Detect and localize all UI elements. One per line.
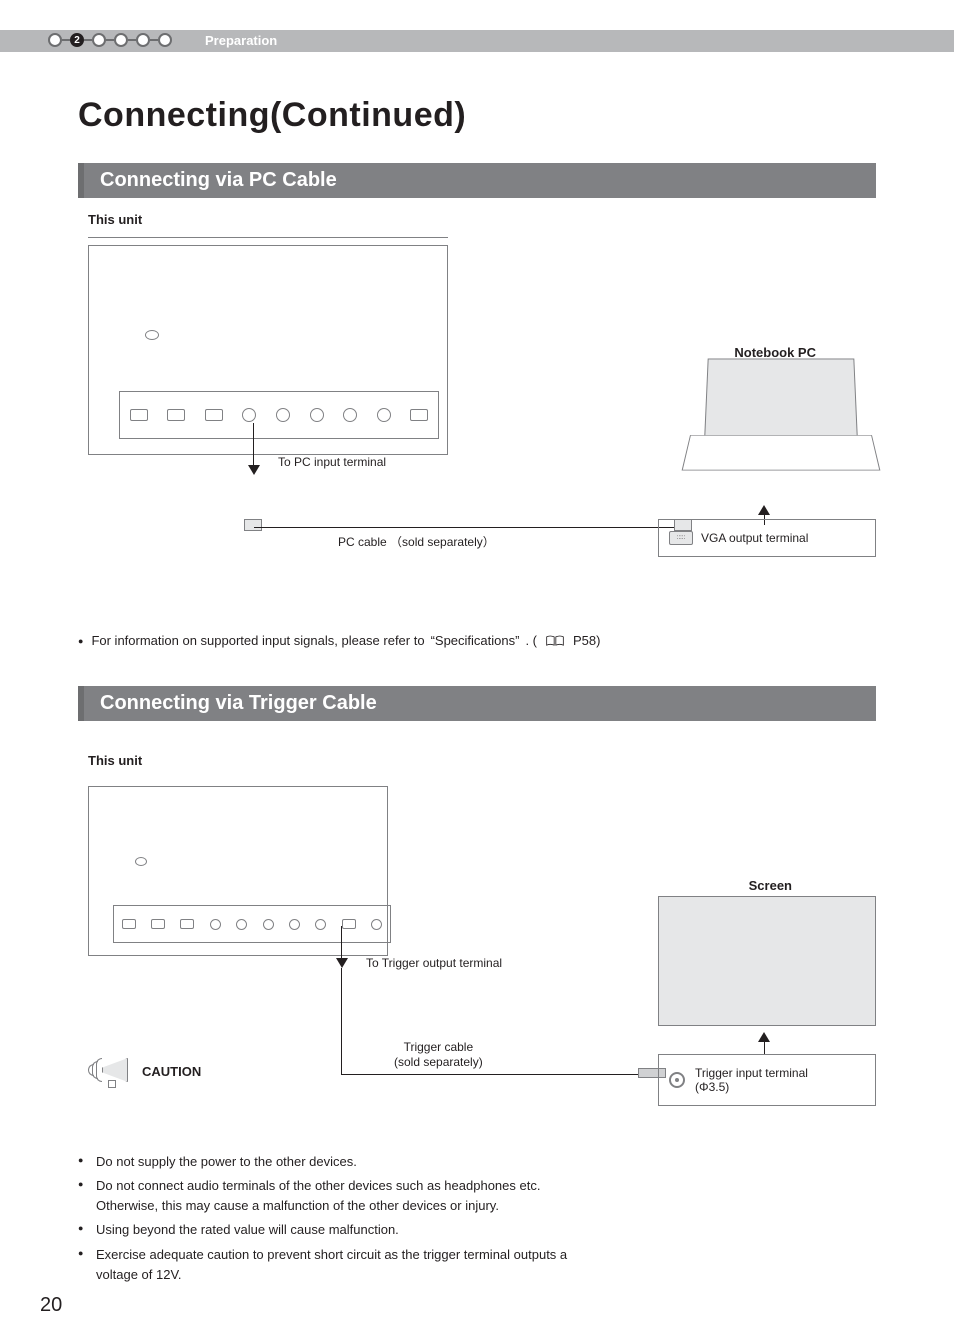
arrow-up-icon xyxy=(758,1032,770,1042)
content-area: Connecting(Continued) Connecting via PC … xyxy=(0,96,954,1285)
callout-line xyxy=(764,1042,765,1054)
sound-waves-icon xyxy=(88,1058,102,1082)
component-cb-port-icon xyxy=(276,408,290,422)
section1-diagram: To PC input terminal PC cable （sold sepa… xyxy=(78,227,876,627)
caution-label: CAUTION xyxy=(142,1064,201,1079)
section1-heading: Connecting via PC Cable xyxy=(78,163,876,198)
rear-panel-ports xyxy=(119,391,439,439)
page: 2 Preparation Connecting(Continued) Conn… xyxy=(0,0,954,1339)
trigger-input-label: Trigger input terminal xyxy=(695,1066,808,1080)
caution-bullet-list: Do not supply the power to the other dev… xyxy=(78,1152,876,1285)
to-pc-input-label: To PC input terminal xyxy=(278,455,386,469)
video-port-icon xyxy=(343,408,357,422)
caution-callout: CAUTION xyxy=(88,1052,201,1090)
component-y-port-icon xyxy=(242,408,256,422)
hdmi1-port-icon xyxy=(122,919,136,929)
component-cr-port-icon xyxy=(310,408,324,422)
rear-panel-ports xyxy=(113,905,391,943)
section1-unit-label: This unit xyxy=(88,212,876,227)
trigger-cable-label-line1: Trigger cable xyxy=(394,1040,483,1055)
footnote-text-pre: For information on supported input signa… xyxy=(91,633,424,648)
page-reference-icon xyxy=(545,635,565,647)
footnote-text-post: . ( xyxy=(525,633,537,648)
notebook-pc-sketch xyxy=(686,357,876,497)
component-cb-port-icon xyxy=(236,919,247,930)
hdmi2-port-icon xyxy=(151,919,165,929)
caution-bullet-1: Do not supply the power to the other dev… xyxy=(78,1152,598,1172)
header-strip: 2 Preparation xyxy=(0,0,954,48)
section2-heading: Connecting via Trigger Cable xyxy=(78,686,876,721)
vga-output-label: VGA output terminal xyxy=(701,531,808,545)
arrow-down-icon xyxy=(336,958,348,968)
projector-unit-sketch xyxy=(88,245,448,455)
megaphone-icon xyxy=(88,1052,132,1090)
trigger-cable-label: Trigger cable (sold separately) xyxy=(394,1040,483,1070)
step-dot-5 xyxy=(136,33,150,47)
caution-bullet-3: Using beyond the rated value will cause … xyxy=(78,1220,598,1240)
cable-vertical-line xyxy=(341,968,342,1074)
callout-line xyxy=(253,423,254,465)
page-number: 20 xyxy=(40,1294,62,1317)
hdmi2-port-icon xyxy=(167,409,185,421)
arrow-down-icon xyxy=(248,465,260,475)
trigger-input-phi: (Φ3.5) xyxy=(695,1080,729,1094)
laptop-screen-icon xyxy=(704,358,858,437)
video-port-icon xyxy=(289,919,300,930)
page-title: Connecting(Continued) xyxy=(78,96,876,135)
arrow-up-icon xyxy=(758,505,770,515)
step-indicator: 2 xyxy=(48,33,172,47)
svideo-port-icon xyxy=(315,919,326,930)
megaphone-handle xyxy=(108,1080,116,1088)
book-icon xyxy=(545,635,565,647)
to-trigger-output-label: To Trigger output terminal xyxy=(366,956,502,970)
screen-label: Screen xyxy=(749,878,792,893)
unit-outline-line xyxy=(88,237,448,238)
pc-cable-label: PC cable （sold separately） xyxy=(338,533,495,550)
step-dot-4 xyxy=(114,33,128,47)
caution-bullet-4: Exercise adequate caution to prevent sho… xyxy=(78,1245,598,1285)
section2-diagram: To Trigger output terminal Trigger cable… xyxy=(78,768,876,1148)
vga-port-icon: ::::: xyxy=(669,531,693,545)
component-cr-port-icon xyxy=(263,919,274,930)
callout-line xyxy=(341,926,342,960)
lens-icon xyxy=(145,330,159,340)
section2-unit-label: This unit xyxy=(88,753,876,768)
section1-footnote: For information on supported input signa… xyxy=(78,633,876,648)
rs232c-port-icon xyxy=(410,409,428,421)
rs232c-port-icon xyxy=(342,919,356,929)
step-dot-6 xyxy=(158,33,172,47)
cable-line xyxy=(254,527,684,528)
footnote-quote: “Specifications” xyxy=(431,633,520,648)
component-y-port-icon xyxy=(210,919,221,930)
cable-line xyxy=(341,1074,657,1075)
jack-icon xyxy=(669,1072,685,1088)
footnote-page-ref: P58) xyxy=(573,633,600,648)
step-connector xyxy=(62,39,70,41)
pc-port-icon xyxy=(180,919,194,929)
lens-icon xyxy=(135,857,147,866)
svideo-port-icon xyxy=(377,408,391,422)
hdmi1-port-icon xyxy=(130,409,148,421)
projection-screen-sketch xyxy=(658,896,876,1026)
trigger-input-box: Trigger input terminal (Φ3.5) xyxy=(658,1054,876,1106)
step-dot-3 xyxy=(92,33,106,47)
step-dot-2-active: 2 xyxy=(70,33,84,47)
vga-output-box: ::::: VGA output terminal xyxy=(658,519,876,557)
header-section-label: Preparation xyxy=(205,33,277,48)
pc-port-icon xyxy=(205,409,223,421)
step-connector xyxy=(106,39,114,41)
caution-bullet-2: Do not connect audio terminals of the ot… xyxy=(78,1176,598,1216)
laptop-base-icon xyxy=(682,435,881,470)
projector-unit-sketch xyxy=(88,786,388,956)
step-connector xyxy=(84,39,92,41)
step-connector xyxy=(150,39,158,41)
megaphone-cone xyxy=(102,1058,128,1082)
trigger-port-icon xyxy=(371,919,382,930)
trigger-cable-label-line2: (sold separately) xyxy=(394,1055,483,1070)
step-connector xyxy=(128,39,136,41)
cable-connector-left-icon xyxy=(244,519,262,531)
trigger-input-text: Trigger input terminal (Φ3.5) xyxy=(695,1066,808,1094)
step-dot-1 xyxy=(48,33,62,47)
